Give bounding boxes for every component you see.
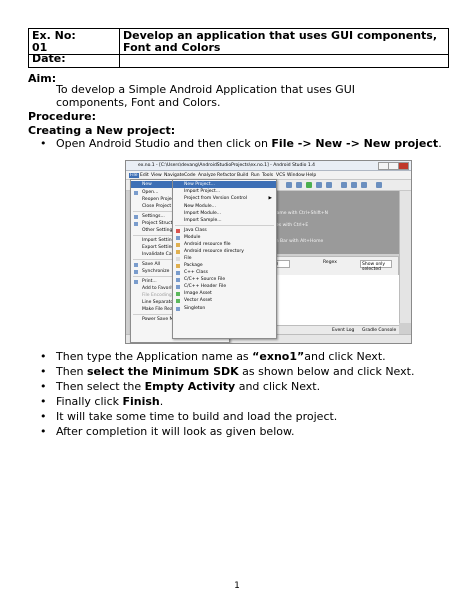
new-menu-cpp-header: C/C++ Header File: [173, 283, 276, 290]
bullet-dot: •: [40, 410, 47, 423]
menu-window: Window: [287, 172, 305, 178]
new-submenu: New Project... Import Project... Project…: [172, 179, 277, 339]
bullet-dot: •: [40, 425, 47, 438]
window-title: ex.no.1 - [C:\Users\devang\AndroidStudio…: [138, 163, 315, 168]
sync-icon: [134, 269, 138, 274]
folder-icon: [134, 190, 138, 195]
aim-heading: Aim:: [28, 72, 57, 85]
vector-asset-icon: [176, 298, 180, 303]
image-asset-icon: [176, 291, 180, 296]
save-icon: [134, 262, 138, 267]
creating-project-heading: Creating a New project:: [28, 124, 176, 137]
close-icon: [398, 162, 409, 170]
new-menu-import-sample: Import Sample...: [184, 218, 222, 223]
exno-cell: Ex. No: 01: [28, 28, 120, 55]
step-min-sdk: • Then select the Minimum SDK as shown be…: [40, 365, 415, 378]
toolbar-icon: [361, 182, 367, 188]
menu-help: Help: [306, 172, 317, 178]
new-menu-new-module: New Module...: [184, 204, 216, 209]
tab-gradle-console: Gradle Console: [362, 327, 397, 333]
menu-edit: Edit: [140, 172, 149, 178]
new-menu-java-class: Java Class: [173, 227, 276, 234]
title-line-2: Font and Colors: [123, 41, 221, 54]
step-empty-activity: • Then select the Empty Activity and clic…: [40, 380, 321, 393]
new-menu-import-module: Import Module...: [184, 211, 222, 216]
new-menu-version-control: Project from Version Control ▶: [184, 196, 272, 201]
new-menu-new-project: New Project...: [173, 181, 276, 188]
cpp-source-icon: [176, 277, 180, 282]
new-menu-vector-asset: Vector Asset: [173, 297, 276, 304]
menu-view: View: [151, 172, 162, 178]
new-menu-singleton: Singleton: [173, 305, 276, 312]
settings-icon: [134, 214, 138, 219]
cpp-header-icon: [176, 284, 180, 289]
header-table: Ex. No: 01 Develop an application that u…: [28, 28, 449, 68]
right-tool-strip: [399, 191, 411, 323]
new-menu-image-asset: Image Asset: [173, 290, 276, 297]
singleton-icon: [176, 306, 180, 311]
bullet-dot: •: [40, 380, 47, 393]
help-icon: [376, 182, 382, 188]
menu-refactor: Refactor: [217, 172, 236, 178]
regex-label: Regex: [323, 260, 337, 265]
bullet-dot: •: [40, 395, 47, 408]
step-completion: • After completion it will look as given …: [40, 425, 295, 438]
new-menu-module: Module: [173, 234, 276, 241]
menu-vcs: VCS: [276, 172, 286, 178]
date-cell: Date:: [28, 52, 120, 68]
folder-icon: [176, 249, 180, 254]
toolbar-icon: [341, 182, 347, 188]
menu-build: Build: [237, 172, 249, 178]
show-selected-box: Show only selected: [360, 260, 392, 272]
menu-analyze: Analyze: [198, 172, 216, 178]
run-icon: [306, 182, 312, 188]
new-menu-cpp-class: C++ Class: [173, 269, 276, 276]
file-icon: [176, 256, 180, 261]
new-menu-package: Package: [173, 262, 276, 269]
menu-code: Code: [184, 172, 196, 178]
android-studio-screenshot: ex.no.1 - [C:\Users\devang\AndroidStudio…: [125, 160, 412, 344]
menu-separator: [175, 225, 274, 226]
menu-file: File: [129, 172, 139, 178]
new-menu-file: File: [173, 255, 276, 262]
step-app-name: • Then type the Application name as “exno…: [40, 350, 386, 363]
bullet-dot: •: [40, 350, 47, 363]
toolbar-icon: [351, 182, 357, 188]
date-label: Date:: [32, 52, 66, 65]
toolbar-icon: [286, 182, 292, 188]
cpp-class-icon: [176, 270, 180, 275]
structure-icon: [134, 221, 138, 226]
new-menu-import-project: Import Project...: [184, 189, 221, 194]
resource-file-icon: [176, 242, 180, 247]
bullet-dot: •: [40, 137, 47, 150]
toolbar-icon: [316, 182, 322, 188]
submenu-arrow-icon: ▶: [268, 196, 272, 201]
module-icon: [176, 235, 180, 240]
toolbar-icon: [326, 182, 332, 188]
step-open-android-studio: • Open Android Studio and then click on F…: [40, 137, 442, 150]
package-icon: [176, 263, 180, 268]
step-build: • It will take some time to build and loa…: [40, 410, 338, 423]
new-menu-android-resource-file: Android resource file: [173, 241, 276, 248]
menu-navigate: Navigate: [164, 172, 185, 178]
date-value-cell: [119, 54, 449, 68]
new-menu-cpp-source: C/C++ Source File: [173, 276, 276, 283]
aim-text: To develop a Simple Android Application …: [56, 83, 355, 109]
page-number: 1: [234, 581, 240, 591]
window-titlebar: ex.no.1 - [C:\Users\devang\AndroidStudio…: [126, 161, 411, 171]
java-class-icon: [176, 228, 180, 233]
title-cell: Develop an application that uses GUI com…: [119, 28, 449, 55]
menu-run: Run: [251, 172, 260, 178]
step-finish: • Finally click Finish.: [40, 395, 164, 408]
tab-event-log: Event Log: [332, 327, 355, 333]
menu-tools: Tools: [262, 172, 274, 178]
toolbar-icon: [296, 182, 302, 188]
new-menu-android-resource-dir: Android resource directory: [173, 248, 276, 255]
print-icon: [134, 279, 138, 284]
bullet-dot: •: [40, 365, 47, 378]
procedure-heading: Procedure:: [28, 110, 97, 123]
